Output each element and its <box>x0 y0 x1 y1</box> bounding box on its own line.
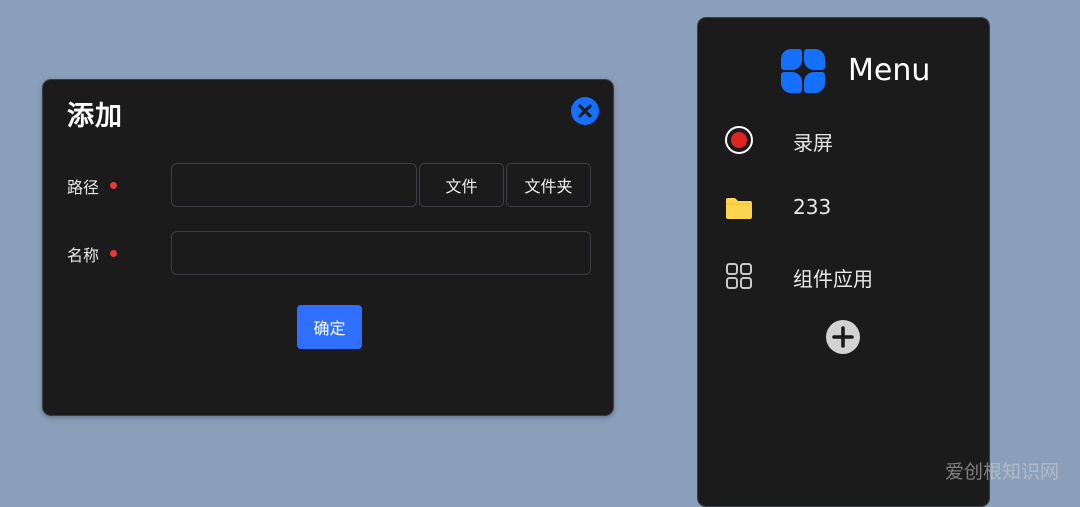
file-button[interactable]: 文件 <box>419 163 504 207</box>
name-required-indicator <box>110 250 117 257</box>
menu-item-record[interactable]: 录屏 <box>698 115 989 165</box>
add-dialog: 添加 路径 文件 文件夹 名称 确定 <box>42 79 614 416</box>
menu-item-label: 录屏 <box>793 131 833 155</box>
close-icon <box>578 104 592 118</box>
record-icon <box>725 126 753 154</box>
add-item-button[interactable] <box>826 320 860 354</box>
plus-circle-icon <box>832 326 854 348</box>
confirm-button[interactable]: 确定 <box>297 305 362 349</box>
path-input[interactable] <box>172 164 416 206</box>
path-input-box <box>171 163 417 207</box>
close-button[interactable] <box>571 97 599 125</box>
path-label: 路径 <box>67 178 100 197</box>
name-input-box <box>171 231 591 275</box>
dialog-title: 添加 <box>67 101 123 132</box>
menu-item-widgets[interactable]: 组件应用 <box>698 251 989 301</box>
menu-item-label: 233 <box>793 195 832 219</box>
menu-item-233[interactable]: 233 <box>698 183 989 233</box>
path-required-indicator <box>110 182 117 189</box>
name-input[interactable] <box>172 232 590 274</box>
app-logo-icon <box>781 49 825 93</box>
menu-title: Menu <box>848 53 931 88</box>
name-label: 名称 <box>67 246 100 265</box>
menu-panel: Menu 录屏 233 组件应用 <box>697 17 990 507</box>
folder-button[interactable]: 文件夹 <box>506 163 591 207</box>
menu-item-label: 组件应用 <box>793 267 873 291</box>
folder-icon <box>726 198 752 219</box>
grid-icon <box>726 263 752 289</box>
watermark: 爱创根知识网 <box>945 461 1060 483</box>
